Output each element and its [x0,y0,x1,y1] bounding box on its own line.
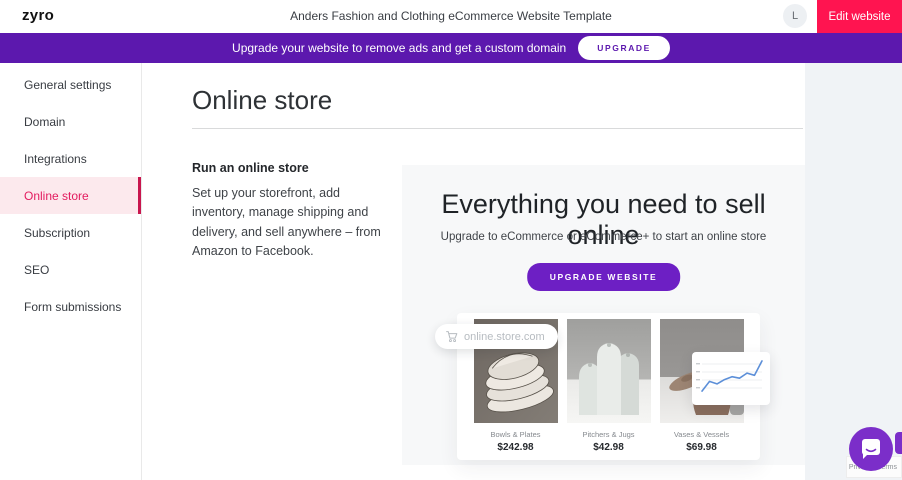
page-background-strip [805,63,902,480]
sidebar-item-subscription[interactable]: Subscription [0,214,141,251]
site-template-title: Anders Fashion and Clothing eCommerce We… [0,0,902,33]
product-price: $42.98 [567,442,651,453]
intro-heading: Run an online store [192,161,392,175]
chat-icon [849,427,893,471]
promo-subheading: Upgrade to eCommerce or eCommerce+ to st… [402,231,805,243]
sidebar-item-domain[interactable]: Domain [0,103,141,140]
upgrade-website-button[interactable]: UPGRADE WEBSITE [527,263,681,291]
sidebar-item-online-store[interactable]: Online store [0,177,141,214]
chat-launcher-button[interactable] [849,427,893,471]
title-divider [192,128,803,129]
app-window: zyro Anders Fashion and Clothing eCommer… [0,0,902,480]
main-content: Online store Run an online store Set up … [142,63,805,480]
upgrade-banner-text: Upgrade your website to remove ads and g… [232,41,566,55]
sidebar-item-integrations[interactable]: Integrations [0,140,141,177]
mini-line-chart [692,352,770,405]
top-bar: zyro Anders Fashion and Clothing eCommer… [0,0,902,33]
product-name: Bowls & Plates [474,430,558,439]
upgrade-banner: Upgrade your website to remove ads and g… [0,33,902,63]
sidebar-item-form-submissions[interactable]: Form submissions [0,288,141,325]
cart-icon [445,330,458,343]
sidebar-item-seo[interactable]: SEO [0,251,141,288]
sales-chart-card [692,352,770,405]
intro-text-block: Run an online store Set up your storefro… [192,161,392,262]
ecommerce-promo-card: Everything you need to sell online Upgra… [402,165,805,465]
upgrade-banner-button[interactable]: UPGRADE [578,36,670,60]
address-bar-pill: online.store.com [435,324,558,349]
product-name: Vases & Vessels [660,430,744,439]
product-name: Pitchers & Jugs [567,430,651,439]
intro-description: Set up your storefront, add inventory, m… [192,184,392,262]
page-title: Online store [192,85,332,116]
product-price: $69.98 [660,442,744,453]
settings-sidebar: General settings Domain Integrations Onl… [0,63,142,480]
product-price: $242.98 [474,442,558,453]
address-bar-url: online.store.com [464,331,545,343]
user-avatar[interactable]: L [783,4,807,28]
mini-line-chart-line [702,361,762,391]
product-image-pitchers [567,319,651,423]
chat-side-tab [895,432,902,454]
sidebar-item-general-settings[interactable]: General settings [0,66,141,103]
edit-website-button[interactable]: Edit website [817,0,902,33]
product-card: Pitchers & Jugs $42.98 [567,319,651,460]
